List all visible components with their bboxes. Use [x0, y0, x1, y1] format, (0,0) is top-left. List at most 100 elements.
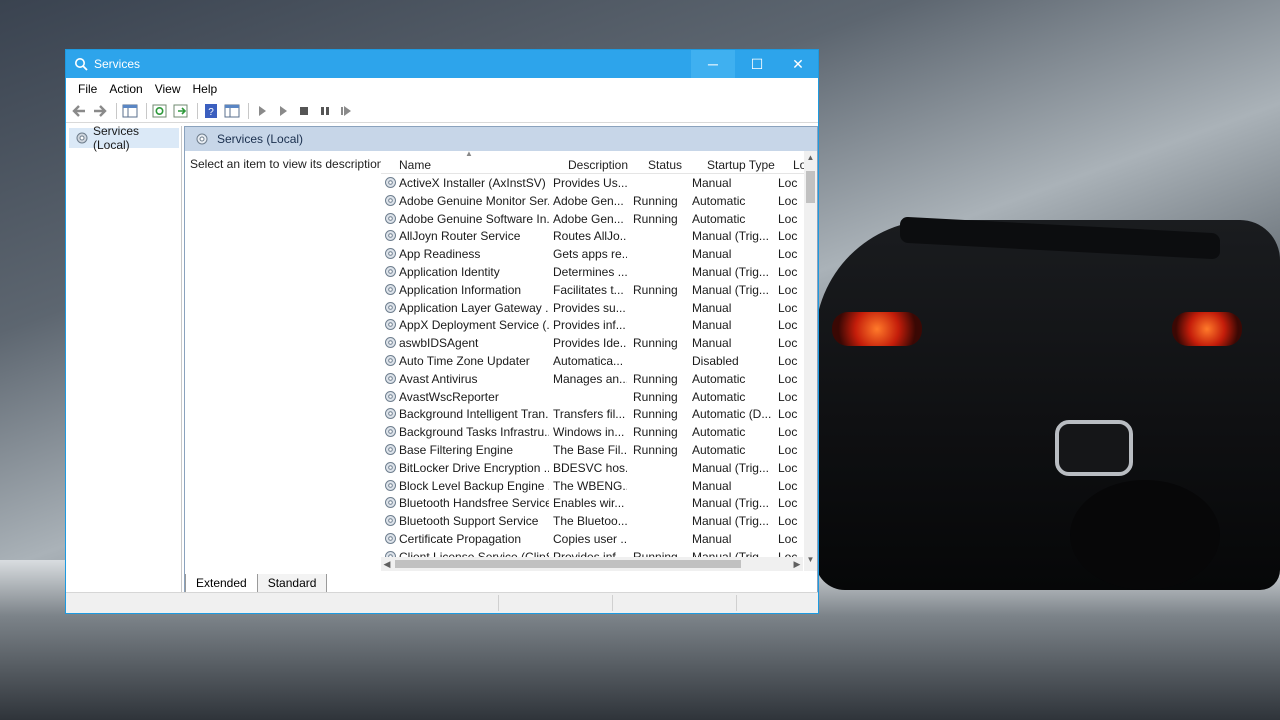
row-status: Running — [633, 389, 678, 404]
column-description[interactable]: Description — [568, 158, 628, 172]
scroll-thumb[interactable] — [395, 560, 741, 568]
back-arrow-icon[interactable] — [70, 102, 88, 120]
service-gear-icon — [385, 426, 396, 438]
table-row[interactable]: Certificate Propagation Copies user ... Ma… — [381, 530, 803, 548]
row-startup-type: Manual — [692, 336, 732, 351]
stop-service-icon[interactable] — [295, 102, 313, 120]
status-bar — [66, 592, 818, 613]
row-log-on-as: Loc — [778, 318, 798, 333]
maximize-button[interactable]: ☐ — [735, 50, 779, 78]
row-name: AppX Deployment Service (... — [399, 318, 549, 333]
table-row[interactable]: BitLocker Drive Encryption ... BDESVC hos… — [381, 459, 803, 477]
row-log-on-as: Loc — [778, 229, 798, 244]
title-bar[interactable]: Services ─ ☐ ✕ — [66, 50, 818, 78]
row-startup-type: Automatic — [692, 371, 746, 386]
table-row[interactable]: Bluetooth Handsfree Service Enables wir..… — [381, 494, 803, 512]
table-row[interactable]: Adobe Genuine Monitor Ser... Adobe Gen...… — [381, 192, 803, 210]
scroll-left-icon[interactable]: ◀ — [381, 557, 393, 571]
table-row[interactable]: Application Identity Determines ... Manual… — [381, 263, 803, 281]
row-name: Block Level Backup Engine ... — [399, 478, 549, 493]
services-window: Services ─ ☐ ✕ File Action View Help ? S… — [65, 49, 819, 614]
start-service-alt-icon[interactable] — [274, 102, 292, 120]
services-gear-icon — [76, 132, 88, 144]
services-gear-icon — [196, 133, 208, 145]
column-startup-type[interactable]: Startup Type — [707, 158, 775, 172]
table-row[interactable]: AppX Deployment Service (... Provides inf… — [381, 316, 803, 334]
table-row[interactable]: Adobe Genuine Software In... Adobe Gen...… — [381, 210, 803, 228]
table-row[interactable]: ActiveX Installer (AxInstSV) Provides Us.… — [381, 174, 803, 192]
table-row[interactable]: Auto Time Zone Updater Automatica... Disab… — [381, 352, 803, 370]
table-row[interactable]: Block Level Backup Engine ... The WBENG..… — [381, 477, 803, 495]
refresh-icon[interactable] — [151, 102, 169, 120]
column-name[interactable]: Name — [399, 158, 431, 172]
table-row[interactable]: App Readiness Gets apps re... Manual Loc — [381, 245, 803, 263]
row-description: Facilitates t... — [553, 282, 624, 297]
service-gear-icon — [385, 301, 396, 313]
row-description: Adobe Gen... — [553, 193, 624, 208]
scroll-right-icon[interactable]: ▶ — [791, 557, 803, 571]
toolbar: ? — [66, 100, 818, 123]
service-gear-icon — [385, 177, 396, 188]
row-description: Transfers fil... — [553, 407, 626, 422]
row-startup-type: Automatic — [692, 442, 746, 457]
table-row[interactable]: Base Filtering Engine The Base Fil... Runn… — [381, 441, 803, 459]
minimize-button[interactable]: ─ — [691, 50, 735, 78]
service-gear-icon — [385, 212, 396, 224]
table-row[interactable]: Application Layer Gateway ... Provides su… — [381, 299, 803, 317]
row-startup-type: Automatic — [692, 389, 746, 404]
row-description: BDESVC hos... — [553, 460, 627, 475]
table-row[interactable]: aswbIDSAgent Provides Ide... Running Manual… — [381, 334, 803, 352]
restart-service-icon[interactable] — [337, 102, 355, 120]
table-row[interactable]: Background Tasks Infrastru... Windows in.… — [381, 423, 803, 441]
console-tree: Services (Local) — [66, 124, 182, 592]
row-startup-type: Disabled — [692, 353, 739, 368]
tab-extended[interactable]: Extended — [185, 574, 258, 593]
table-row[interactable]: Avast Antivirus Manages an... Running Autom… — [381, 370, 803, 388]
row-log-on-as: Loc — [778, 478, 798, 493]
services-list: ▲ Name Description Status Startup Type L… — [381, 151, 817, 571]
service-gear-icon — [385, 461, 396, 473]
table-row[interactable]: AllJoyn Router Service Routes AllJo... Man… — [381, 227, 803, 245]
service-gear-icon — [385, 532, 396, 544]
service-gear-icon — [385, 230, 396, 242]
tree-item-label: Services (Local) — [93, 124, 140, 152]
menu-file[interactable]: File — [72, 82, 103, 96]
help-icon[interactable]: ? — [202, 102, 220, 120]
row-log-on-as: Loc — [778, 336, 798, 351]
scroll-up-icon[interactable]: ▲ — [804, 153, 817, 167]
row-startup-type: Manual — [692, 531, 732, 546]
row-status: Running — [633, 407, 678, 422]
row-startup-type: Manual — [692, 247, 732, 262]
properties-icon[interactable] — [223, 102, 241, 120]
row-status: Running — [633, 211, 678, 226]
scroll-thumb[interactable] — [806, 171, 815, 203]
row-startup-type: Automatic — [692, 211, 746, 226]
pause-service-icon[interactable] — [316, 102, 334, 120]
forward-arrow-icon[interactable] — [91, 102, 109, 120]
start-service-icon[interactable] — [253, 102, 271, 120]
table-row[interactable]: AvastWscReporter Running Automatic Loc — [381, 388, 803, 406]
wallpaper-car-wheel — [1070, 480, 1220, 590]
row-startup-type: Manual (Trig... — [692, 496, 769, 511]
row-description: Automatica... — [553, 353, 624, 368]
row-description: Enables wir... — [553, 496, 625, 511]
menu-action[interactable]: Action — [103, 82, 148, 96]
vertical-scrollbar[interactable]: ▲ ▼ — [804, 151, 817, 571]
tab-standard[interactable]: Standard — [256, 574, 328, 593]
table-row[interactable]: Application Information Facilitates t... R… — [381, 281, 803, 299]
console-tree-icon[interactable] — [121, 102, 139, 120]
export-list-icon[interactable] — [172, 102, 190, 120]
column-status[interactable]: Status — [648, 158, 682, 172]
tree-item-services-local[interactable]: Services (Local) — [69, 124, 179, 152]
description-hint: Select an item to view its description. — [190, 157, 387, 171]
close-button[interactable]: ✕ — [776, 50, 820, 78]
row-status: Running — [633, 282, 678, 297]
horizontal-scrollbar[interactable]: ◀ ▶ — [381, 557, 803, 571]
scroll-down-icon[interactable]: ▼ — [804, 555, 817, 569]
menu-view[interactable]: View — [149, 82, 187, 96]
wallpaper-car-exhaust — [1055, 420, 1133, 476]
table-row[interactable]: Background Intelligent Tran... Transfers … — [381, 405, 803, 423]
menu-help[interactable]: Help — [187, 82, 224, 96]
table-row[interactable]: Bluetooth Support Service The Bluetoo... M… — [381, 512, 803, 530]
window-title: Services — [94, 57, 141, 71]
